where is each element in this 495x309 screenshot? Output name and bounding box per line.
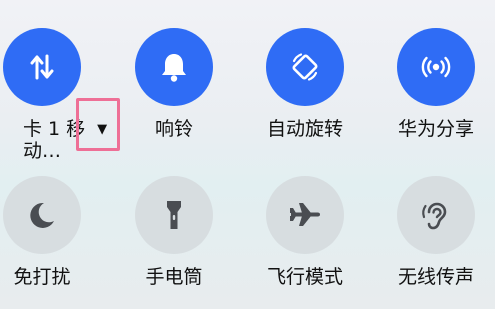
mobile-data-icon [30,54,54,80]
tile-label: 自动旋转 [266,118,343,140]
tile-label: 华为分享 [397,118,474,140]
mobile-data-toggle[interactable] [3,28,81,106]
tile-label: 免打扰 [13,266,71,288]
moon-icon [30,202,54,228]
flashlight-toggle[interactable] [135,176,213,254]
tile-huawei-share[interactable]: 华为分享 [381,28,491,140]
ring-toggle[interactable] [135,28,213,106]
tile-label: 响铃 [154,118,193,140]
airplane-mode-toggle[interactable] [266,176,344,254]
auto-rotate-icon [292,53,318,81]
auto-rotate-toggle[interactable] [266,28,344,106]
huawei-share-toggle[interactable] [397,28,475,106]
tile-wireless-audio[interactable]: 无线传声 [381,176,491,288]
quick-settings-panel: 卡 1 移 ▼ 动… 响铃 自动旋转 华为分享 免打扰 手电筒 飞行模式 无线传… [0,0,495,309]
dropdown-highlight-box [76,98,120,151]
tile-label: 手电筒 [145,266,203,288]
tile-label: 无线传声 [397,266,474,288]
tile-auto-rotate[interactable]: 自动旋转 [250,28,360,140]
bell-icon [162,54,186,82]
tile-flashlight[interactable]: 手电筒 [119,176,229,288]
tile-airplane-mode[interactable]: 飞行模式 [250,176,360,288]
tile-label: 飞行模式 [266,266,343,288]
huawei-share-icon [421,56,451,78]
airplane-icon [290,203,320,226]
hearing-icon [422,202,447,230]
do-not-disturb-toggle[interactable] [3,176,81,254]
tile-ring[interactable]: 响铃 [119,28,229,140]
flashlight-icon [167,201,181,229]
wireless-audio-toggle[interactable] [397,176,475,254]
tile-do-not-disturb[interactable]: 免打扰 [0,176,97,288]
